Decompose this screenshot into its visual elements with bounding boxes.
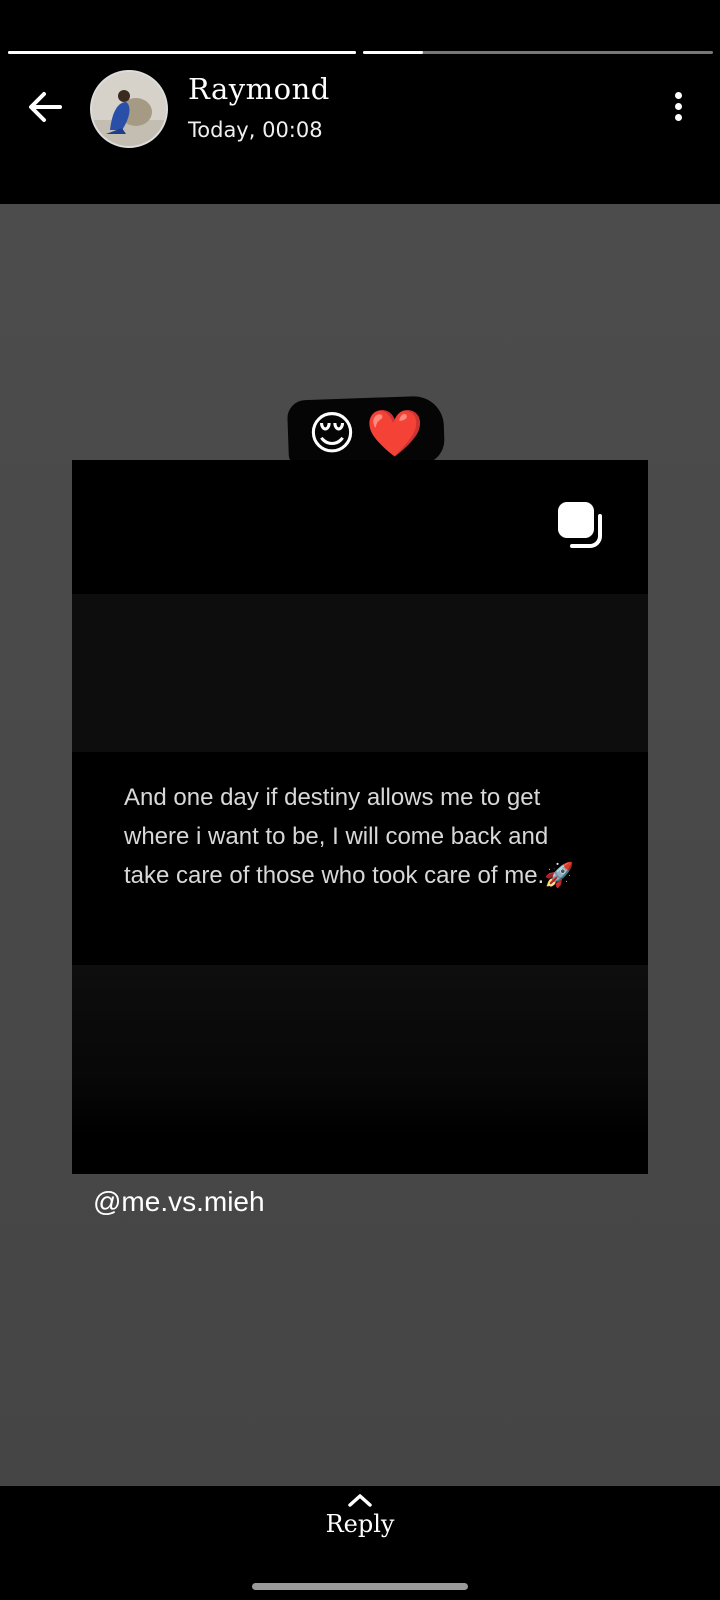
chevron-up-icon	[348, 1494, 372, 1507]
gesture-home-bar[interactable]	[252, 1583, 468, 1590]
avatar[interactable]	[90, 70, 168, 148]
progress-fill	[363, 51, 423, 54]
shared-post-card: And one day if destiny allows me to get …	[72, 460, 648, 1174]
reply-button[interactable]: Reply	[300, 1488, 420, 1558]
story-progress-segment-2	[363, 51, 713, 54]
post-handle: @me.vs.mieh	[93, 1186, 265, 1217]
story-header: Raymond Today, 00:08	[0, 0, 720, 204]
card-shade-band	[72, 965, 648, 1135]
relieved-face-emoji: 😌	[308, 406, 356, 460]
back-button[interactable]	[24, 86, 66, 128]
avatar-photo	[92, 72, 166, 146]
story-timestamp: Today, 00:08	[188, 118, 323, 142]
back-arrow-icon	[29, 92, 62, 122]
author-name[interactable]: Raymond	[188, 72, 330, 106]
post-quote-text: And one day if destiny allows me to get …	[124, 784, 575, 889]
red-heart-emoji: ❤️	[366, 406, 424, 460]
more-options-icon	[674, 103, 682, 110]
more-options-icon	[674, 92, 682, 99]
more-options-button[interactable]	[664, 88, 692, 128]
more-options-icon	[674, 114, 682, 121]
multiple-images-icon	[554, 498, 606, 550]
story-progress-segment-1	[8, 51, 356, 54]
progress-fill	[8, 51, 356, 54]
reply-label: Reply	[325, 1510, 395, 1538]
card-shade-band	[72, 594, 648, 752]
